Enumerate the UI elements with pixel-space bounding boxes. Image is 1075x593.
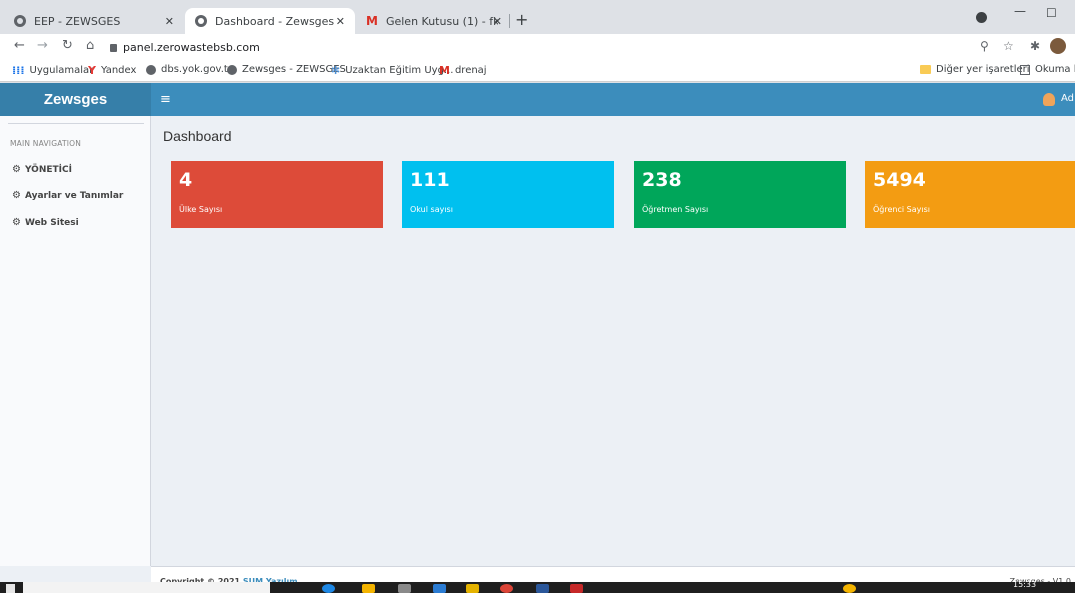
menu-toggle-icon[interactable]: ≡ <box>160 92 171 107</box>
zoom-icon[interactable]: ⚲ <box>980 39 989 53</box>
lock-icon <box>110 44 117 52</box>
address-bar[interactable]: panel.zerowastebsb.com <box>110 37 990 57</box>
taskbar-search-box[interactable] <box>23 582 270 593</box>
close-icon[interactable]: ✕ <box>493 15 502 28</box>
chrome-icon[interactable] <box>500 584 513 593</box>
browser-tabstrip: EEP - ZEWSGES ✕ Dashboard - Zewsges ✕ M … <box>0 0 1075 34</box>
app-logo[interactable]: Zewsges <box>0 83 151 116</box>
minimize-button[interactable]: — <box>1014 4 1026 18</box>
word-icon[interactable] <box>433 584 446 593</box>
folder-icon <box>920 65 931 74</box>
new-tab-button[interactable]: + <box>515 10 528 29</box>
home-button[interactable]: ⌂ <box>86 38 94 53</box>
page-content: Zewsges ≡ Ad MAIN NAVIGATION ⚙ YÖNETİCİ … <box>0 83 1075 593</box>
back-button[interactable]: ← <box>14 38 25 53</box>
bookmark-dbs[interactable]: dbs.yok.gov.tr <box>146 64 232 75</box>
os-taskbar: 15:33 <box>0 580 1075 593</box>
sidebar-divider <box>8 123 144 124</box>
tab-title: Gelen Kutusu (1) - fkonukcu@nk <box>385 14 498 28</box>
tray-icon[interactable] <box>843 584 856 593</box>
gmail-icon: M <box>439 64 450 77</box>
page-title: Dashboard <box>163 128 232 144</box>
outlook-icon[interactable] <box>536 584 549 593</box>
yandex-icon: Y <box>88 64 96 77</box>
bookmark-other[interactable]: Diğer yer işaretleri <box>920 64 1030 75</box>
stat-value: 5494 <box>873 169 926 191</box>
user-avatar-icon[interactable] <box>1043 93 1055 106</box>
sidebar-item-label: Ayarlar ve Tanımlar <box>24 190 124 201</box>
reload-button[interactable]: ↻ <box>62 38 73 53</box>
stat-label: Öğretmen Sayısı <box>642 205 709 214</box>
bookmark-yandex[interactable]: Y Yandex <box>88 64 136 77</box>
close-icon[interactable]: ✕ <box>165 15 174 28</box>
globe-icon <box>14 15 26 27</box>
bookmarks-bar: ⁞⁞⁞ Uygulamalar Y Yandex dbs.yok.gov.tr … <box>0 60 1075 82</box>
stat-label: Ülke Sayısı <box>179 205 223 214</box>
stat-label: Okul sayısı <box>410 205 453 214</box>
tab-title: EEP - ZEWSGES <box>34 14 121 28</box>
file-explorer-icon[interactable] <box>362 584 375 593</box>
sidebar-item-yonetici[interactable]: ⚙ YÖNETİCİ <box>12 164 72 175</box>
app-header: Zewsges ≡ Ad <box>0 83 1075 116</box>
bookmark-label: Uzaktan Eğitim Uyg... <box>345 65 454 76</box>
stat-box-ogrenci[interactable]: 5494 Öğrenci Sayısı <box>865 161 1075 228</box>
sidebar-item-ayarlar[interactable]: ⚙ Ayarlar ve Tanımlar <box>12 190 123 201</box>
bookmark-drenaj[interactable]: M drenaj <box>439 64 487 77</box>
globe-icon <box>146 64 156 75</box>
sidebar-item-web-sitesi[interactable]: ⚙ Web Sitesi <box>12 217 79 228</box>
bookmark-zewsges[interactable]: Zewsges - ZEWSGES <box>227 64 346 75</box>
stat-value: 238 <box>642 169 682 191</box>
clock-time[interactable]: 15:33 <box>1013 580 1036 589</box>
bookmark-apps[interactable]: ⁞⁞⁞ Uygulamalar <box>12 64 93 77</box>
sidebar-header: MAIN NAVIGATION <box>10 139 82 148</box>
stat-label: Öğrenci Sayısı <box>873 205 930 214</box>
bookmark-label: Uygulamalar <box>29 65 94 76</box>
user-name[interactable]: Ad <box>1061 93 1074 104</box>
forward-button[interactable]: → <box>37 38 48 53</box>
sidebar-item-label: Web Sitesi <box>24 217 79 228</box>
apps-grid-icon: ⁞⁞⁞ <box>12 64 25 77</box>
bookmark-label: dbs.yok.gov.tr <box>161 64 232 75</box>
cogs-icon: ⚙ <box>12 164 21 175</box>
close-icon[interactable]: ✕ <box>336 15 345 28</box>
tab-separator <box>509 14 510 28</box>
stat-value: 111 <box>410 169 450 191</box>
stat-box-ulke[interactable]: 4 Ülke Sayısı <box>171 161 383 228</box>
bookmark-label: drenaj <box>454 65 487 76</box>
bookmark-label: Okuma list <box>1035 64 1075 75</box>
acrobat-icon[interactable] <box>570 584 583 593</box>
store-icon[interactable] <box>398 584 411 593</box>
sidebar-item-label: YÖNETİCİ <box>24 164 72 175</box>
atom-icon: ✻ <box>331 64 341 77</box>
stat-value: 4 <box>179 169 193 191</box>
bookmark-label: Diğer yer işaretleri <box>936 64 1030 75</box>
browser-tab-eep[interactable]: EEP - ZEWSGES ✕ <box>4 8 184 34</box>
stat-box-ogretmen[interactable]: 238 Öğretmen Sayısı <box>634 161 846 228</box>
bookmark-label: Yandex <box>100 65 137 76</box>
reading-list-icon <box>1020 64 1030 75</box>
stat-box-okul[interactable]: 111 Okul sayısı <box>402 161 614 228</box>
cogs-icon: ⚙ <box>12 217 21 228</box>
bookmark-star-icon[interactable]: ☆ <box>1003 39 1014 53</box>
windows-start-icon[interactable] <box>6 584 15 593</box>
browser-tab-dashboard[interactable]: Dashboard - Zewsges ✕ <box>185 8 355 34</box>
extensions-icon[interactable]: ✱ <box>1030 39 1040 53</box>
bookmark-uzaktan[interactable]: ✻ Uzaktan Eğitim Uyg... <box>331 64 453 77</box>
gmail-icon: M <box>366 14 378 28</box>
globe-icon <box>195 15 207 27</box>
edge-icon[interactable] <box>322 584 335 593</box>
browser-toolbar: ← → ↻ ⌂ panel.zerowastebsb.com ⚲ ☆ ✱ <box>0 34 1075 60</box>
cogs-icon: ⚙ <box>12 190 21 201</box>
reading-list[interactable]: Okuma list <box>1020 64 1075 75</box>
tab-title: Dashboard - Zewsges <box>215 14 335 28</box>
maximize-button[interactable]: ☐ <box>1046 6 1057 20</box>
globe-icon <box>227 64 237 75</box>
browser-tab-gmail[interactable]: M Gelen Kutusu (1) - fkonukcu@nk ✕ <box>356 8 508 34</box>
sidebar: MAIN NAVIGATION ⚙ YÖNETİCİ ⚙ Ayarlar ve … <box>0 116 151 566</box>
app-icon[interactable] <box>466 584 479 593</box>
url-text: panel.zerowastebsb.com <box>123 40 260 54</box>
profile-avatar[interactable] <box>1050 38 1066 54</box>
chrome-profile-icon[interactable] <box>976 12 987 23</box>
